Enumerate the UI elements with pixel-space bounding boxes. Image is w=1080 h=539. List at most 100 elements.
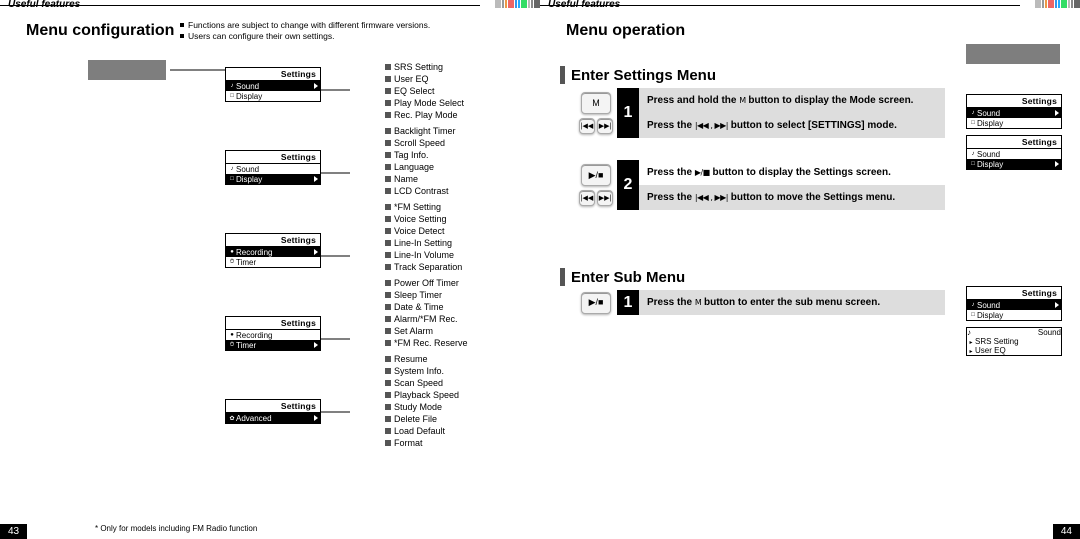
tree-item-label: Date & Time xyxy=(394,302,444,312)
sound-item: ▸SRS Setting xyxy=(967,337,1061,346)
page-number-right: 44 xyxy=(1053,524,1080,539)
settings-item-icon: ⏱ xyxy=(228,259,236,266)
header-stripe xyxy=(540,0,1080,8)
tree-item: Track Separation xyxy=(385,261,468,273)
key-button-pair: |◀◀▶▶| xyxy=(579,190,613,206)
bullet-icon xyxy=(385,188,391,194)
bullet-icon xyxy=(385,340,391,346)
settings-item-label: Display xyxy=(236,175,262,184)
bullet-icon xyxy=(385,440,391,446)
settings-item-icon: □ xyxy=(228,93,236,99)
tree-group: ResumeSystem Info.Scan SpeedPlayback Spe… xyxy=(385,353,468,449)
key-button-pair: |◀◀▶▶| xyxy=(579,118,613,134)
tree-item: Playback Speed xyxy=(385,389,468,401)
tree-item-label: SRS Setting xyxy=(394,62,443,72)
settings-item-icon: ● xyxy=(228,249,236,255)
section-heading: Enter Settings Menu xyxy=(560,66,716,84)
settings-item-label: Sound xyxy=(236,165,259,174)
key-button: ▶▶| xyxy=(597,190,613,206)
bullet-icon xyxy=(385,176,391,182)
tree-item-label: System Info. xyxy=(394,366,444,376)
bullet-icon xyxy=(385,100,391,106)
page-header-left: Useful features xyxy=(0,0,540,12)
tree-item-label: Delete File xyxy=(394,414,437,424)
key-button: ▶/■ xyxy=(581,164,611,186)
settings-item-label: Sound xyxy=(236,82,259,91)
tree-group: Power Off TimerSleep TimerDate & Time Ala… xyxy=(385,277,468,349)
step-text: Press the |◀◀ , ▶▶| button to select [SE… xyxy=(639,113,945,138)
bullet-icon xyxy=(385,280,391,286)
settings-item-label: Sound xyxy=(977,301,1000,310)
note-2: Users can configure their own settings. xyxy=(188,31,334,41)
bullet-icon xyxy=(385,416,391,422)
header-stripe xyxy=(0,0,540,8)
bullet-icon xyxy=(385,316,391,322)
tree-item: Sleep Timer xyxy=(385,289,468,301)
step-text: Press and hold the M button to display t… xyxy=(639,88,945,113)
settings-box: Settings♪Sound□Display xyxy=(225,67,321,102)
settings-item-icon: ♪ xyxy=(969,151,977,157)
tree-item: SRS Setting xyxy=(385,61,468,73)
settings-item: ♪Sound xyxy=(226,164,320,174)
tree-item: Load Default xyxy=(385,425,468,437)
tree-item-label: Tag Info. xyxy=(394,150,429,160)
settings-column: Settings♪Sound□DisplaySettings♪Sound□Dis… xyxy=(225,67,319,472)
sound-item-label: SRS Setting xyxy=(975,337,1019,346)
section-bar-icon xyxy=(560,66,565,84)
tree-item-label: Power Off Timer xyxy=(394,278,459,288)
step-text-col: Press the M button to enter the sub menu… xyxy=(639,290,945,315)
sound-item-label: User EQ xyxy=(975,346,1006,355)
bullet-icon xyxy=(385,88,391,94)
step-keys: ▶/■ |◀◀▶▶| xyxy=(575,160,617,210)
bullet-icon xyxy=(385,368,391,374)
step-row: ▶/■|◀◀▶▶|2Press the ▶/■ button to displa… xyxy=(575,160,945,210)
settings-item-label: Display xyxy=(977,311,1003,320)
page-title-right: Menu operation xyxy=(566,22,685,40)
settings-item: □Display xyxy=(967,310,1061,320)
tree-item-label: Alarm/*FM Rec. xyxy=(394,314,458,324)
tree-item-label: Play Mode Select xyxy=(394,98,464,108)
tree-group: SRS SettingUser EQEQ SelectPlay Mode Sel… xyxy=(385,61,468,121)
settings-item-label: Recording xyxy=(236,331,272,340)
settings-box-header: Settings xyxy=(967,136,1061,149)
tree-item-label: Voice Detect xyxy=(394,226,445,236)
tree-item: Play Mode Select xyxy=(385,97,468,109)
bullet-icon xyxy=(385,304,391,310)
tree-item-label: Line-In Setting xyxy=(394,238,452,248)
footnote: * Only for models including FM Radio fun… xyxy=(95,524,257,533)
tree-item: Language xyxy=(385,161,468,173)
settings-item-icon: ♪ xyxy=(969,302,977,308)
page-header-right: Useful features xyxy=(540,0,1080,12)
settings-item: □Display xyxy=(967,118,1061,128)
tree-item: Voice Setting xyxy=(385,213,468,225)
bullet-icon xyxy=(385,204,391,210)
bullet-icon xyxy=(385,128,391,134)
left-page: Useful features Menu configuration Funct… xyxy=(0,0,540,539)
tree-item-label: Study Mode xyxy=(394,402,442,412)
page-title-left: Menu configuration xyxy=(26,22,174,40)
bullet-icon xyxy=(385,164,391,170)
key-button: |◀◀ xyxy=(579,190,595,206)
settings-item: ♪Sound xyxy=(967,149,1061,159)
tree-item: Set Alarm xyxy=(385,325,468,337)
settings-box-header: Settings xyxy=(226,68,320,81)
settings-box: Settings♪Sound□Display xyxy=(966,135,1062,170)
section-title: Enter Settings Menu xyxy=(571,67,716,84)
settings-item: □Display xyxy=(967,159,1061,169)
bullet-icon xyxy=(385,428,391,434)
tree-item-label: *FM Rec. Reserve xyxy=(394,338,468,348)
tree-group: Backlight TimerScroll SpeedTag Info.Lang… xyxy=(385,125,468,197)
tree-item-label: Format xyxy=(394,438,423,448)
step-keys: ▶/■ xyxy=(575,290,617,315)
settings-item-label: Sound xyxy=(977,150,1000,159)
settings-item: ♪Sound xyxy=(967,300,1061,310)
settings-item-label: Timer xyxy=(236,341,256,350)
lcd-placeholder xyxy=(88,60,166,80)
tree-item: System Info. xyxy=(385,365,468,377)
right-lcd-column: Settings♪Sound□DisplaySettings♪Sound□Dis… xyxy=(966,44,1060,176)
tree-item: Scan Speed xyxy=(385,377,468,389)
tree-item-label: Set Alarm xyxy=(394,326,433,336)
step-text: Press the ▶/■ button to display the Sett… xyxy=(639,160,945,185)
tree-item-label: *FM Setting xyxy=(394,202,441,212)
bullet-icon xyxy=(385,112,391,118)
